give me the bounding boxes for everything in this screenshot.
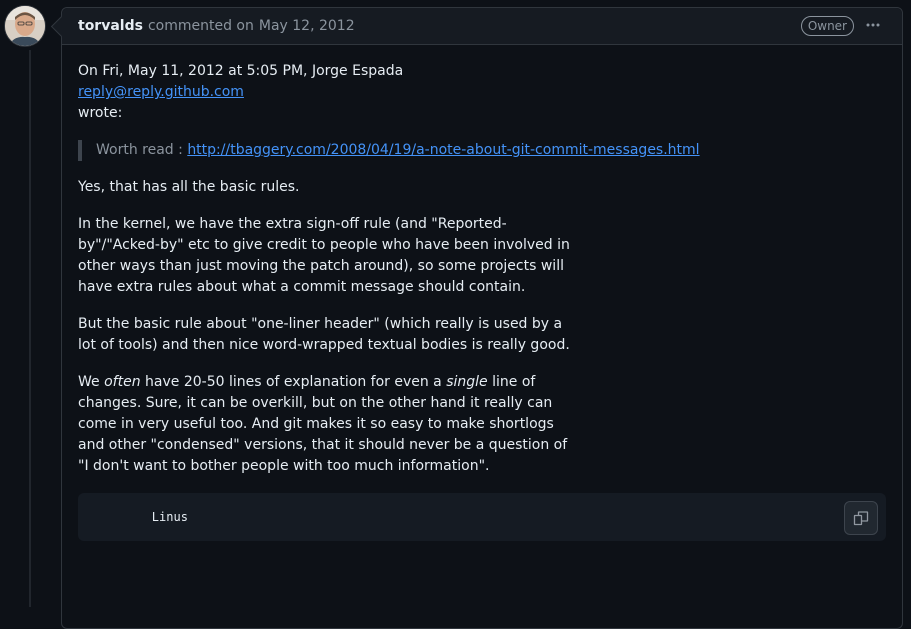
copy-button[interactable] (844, 501, 878, 535)
paragraph-2: In the kernel, we have the extra sign-of… (78, 216, 570, 295)
intro-wrote: wrote: (78, 105, 123, 121)
comment-author[interactable]: torvalds (78, 18, 143, 34)
blockquote: Worth read : http://tbaggery.com/2008/04… (78, 140, 886, 161)
intro-email-link[interactable]: reply@reply.github.com (78, 84, 244, 100)
p4-emphasis-single: single (446, 374, 488, 390)
intro-paragraph: On Fri, May 11, 2012 at 5:05 PM, Jorge E… (78, 61, 886, 124)
p4-emphasis-often: often (104, 374, 141, 390)
p4-text-a: We (78, 374, 105, 390)
p4-text-b: have 20-50 lines of explanation for even… (140, 374, 447, 390)
quote-prefix: Worth read : (96, 142, 188, 158)
code-block: Linus (78, 493, 886, 541)
comment-header: torvalds commented on May 12, 2012 Owner (62, 8, 902, 45)
kebab-horizontal-icon[interactable] (864, 17, 882, 35)
paragraph-4: We often have 20-50 lines of explanation… (78, 372, 574, 477)
comment-body: On Fri, May 11, 2012 at 5:05 PM, Jorge E… (62, 45, 902, 557)
quote-link[interactable]: http://tbaggery.com/2008/04/19/a-note-ab… (187, 142, 699, 158)
comment-date[interactable]: May 12, 2012 (259, 18, 355, 34)
owner-badge: Owner (800, 16, 854, 36)
timeline-line (29, 50, 31, 607)
avatar-image (5, 6, 45, 46)
copy-icon (853, 511, 869, 526)
paragraph-3: But the basic rule about "one-liner head… (78, 316, 570, 353)
paragraph-1: Yes, that has all the basic rules. (78, 179, 300, 195)
comment-action: commented on (147, 18, 254, 34)
avatar[interactable] (5, 6, 45, 46)
comment-box: torvalds commented on May 12, 2012 Owner… (61, 7, 903, 629)
code-content: Linus (94, 510, 188, 524)
intro-line: On Fri, May 11, 2012 at 5:05 PM, Jorge E… (78, 63, 404, 79)
